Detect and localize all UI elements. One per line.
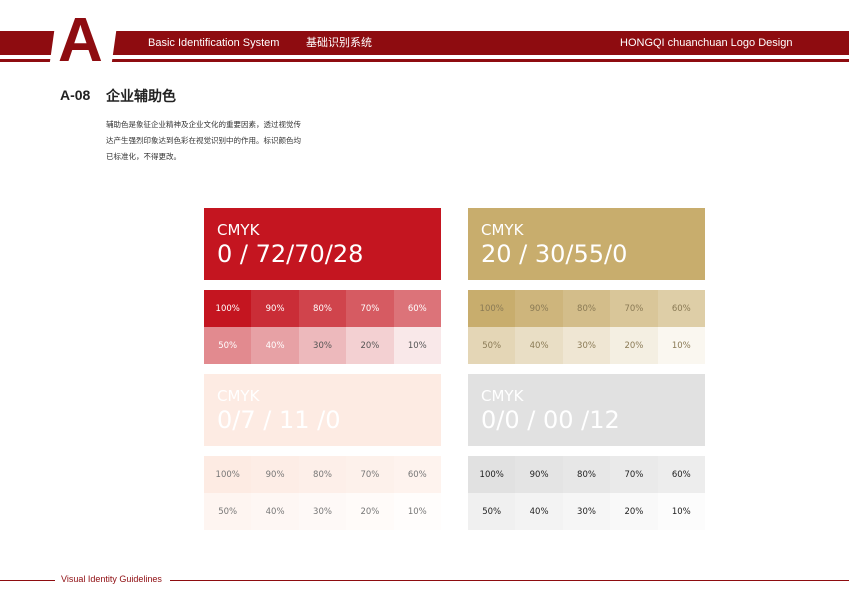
tint-grid-grey: 100% 90% 80% 70% 60% 50% 40% 30% 20% 10%: [468, 456, 705, 530]
header-right-title: HONGQI chuanchuan Logo Design: [620, 37, 793, 49]
color-swatch-red: CMYK 0 / 72/70/28: [204, 208, 441, 280]
swatch-value: 20 / 30/55/0: [481, 240, 628, 268]
tint-cell: 40%: [251, 493, 299, 530]
header-subtitle-cn: 基础识别系统: [306, 37, 372, 49]
tint-cell: 10%: [393, 493, 441, 530]
tint-cell: 30%: [298, 493, 347, 530]
footer-rule-left: [0, 580, 55, 581]
tint-cell: 80%: [298, 290, 347, 327]
tint-cell: 40%: [515, 493, 563, 530]
tint-cell: 10%: [657, 493, 705, 530]
tint-cell: 70%: [346, 456, 394, 493]
tint-cell: 100%: [468, 456, 516, 493]
tint-cell: 40%: [251, 327, 299, 364]
tint-cell: 100%: [204, 456, 252, 493]
tint-cell: 60%: [393, 456, 441, 493]
tint-cell: 100%: [204, 290, 252, 327]
swatch-value: 0/0 / 00 /12: [481, 406, 620, 434]
tint-grid-gold: 100% 90% 80% 70% 60% 50% 40% 30% 20% 10%: [468, 290, 705, 364]
header-rule: [0, 59, 849, 62]
swatch-label: CMYK: [217, 221, 260, 239]
footer-label: Visual Identity Guidelines: [61, 574, 162, 584]
section-description: 辅助色是象征企业精神及企业文化的重要因素，透过视觉传达产生强烈印象达到色彩在视觉…: [106, 120, 301, 161]
tint-cell: 90%: [515, 290, 563, 327]
header-subtitle-en: Basic Identification System: [148, 37, 280, 49]
tint-cell: 10%: [657, 327, 705, 364]
tint-cell: 30%: [298, 327, 347, 364]
tint-cell: 10%: [393, 327, 441, 364]
tint-cell: 80%: [562, 456, 611, 493]
tint-cell: 20%: [346, 327, 394, 364]
tint-cell: 80%: [562, 290, 611, 327]
tint-grid-red: 100% 90% 80% 70% 60% 50% 40% 30% 20% 10%: [204, 290, 441, 364]
tint-cell: 90%: [251, 290, 299, 327]
swatch-value: 0/7 / 11 /0: [217, 406, 341, 434]
section-code: A-08: [60, 87, 91, 103]
tint-cell: 20%: [610, 327, 658, 364]
tint-cell: 20%: [610, 493, 658, 530]
tint-cell: 50%: [204, 493, 252, 530]
tint-cell: 70%: [610, 456, 658, 493]
tint-cell: 60%: [393, 290, 441, 327]
tint-cell: 70%: [346, 290, 394, 327]
swatch-label: CMYK: [481, 221, 524, 239]
tint-cell: 20%: [346, 493, 394, 530]
tint-cell: 70%: [610, 290, 658, 327]
tint-cell: 60%: [657, 456, 705, 493]
tint-cell: 100%: [468, 290, 516, 327]
tint-cell: 30%: [562, 327, 611, 364]
tint-cell: 30%: [562, 493, 611, 530]
color-swatch-gold: CMYK 20 / 30/55/0: [468, 208, 705, 280]
tint-cell: 80%: [298, 456, 347, 493]
tint-cell: 50%: [204, 327, 252, 364]
color-swatch-blush: CMYK 0/7 / 11 /0: [204, 374, 441, 446]
tint-cell: 50%: [468, 493, 516, 530]
tint-cell: 60%: [657, 290, 705, 327]
section-letter: A: [58, 6, 103, 75]
tint-cell: 50%: [468, 327, 516, 364]
swatch-value: 0 / 72/70/28: [217, 240, 364, 268]
tint-grid-blush: 100% 90% 80% 70% 60% 50% 40% 30% 20% 10%: [204, 456, 441, 530]
swatch-label: CMYK: [481, 387, 524, 405]
tint-cell: 40%: [515, 327, 563, 364]
color-swatch-grey: CMYK 0/0 / 00 /12: [468, 374, 705, 446]
swatch-label: CMYK: [217, 387, 260, 405]
section-title: 企业辅助色: [106, 89, 176, 105]
tint-cell: 90%: [251, 456, 299, 493]
tint-cell: 90%: [515, 456, 563, 493]
footer-rule-right: [170, 580, 849, 581]
